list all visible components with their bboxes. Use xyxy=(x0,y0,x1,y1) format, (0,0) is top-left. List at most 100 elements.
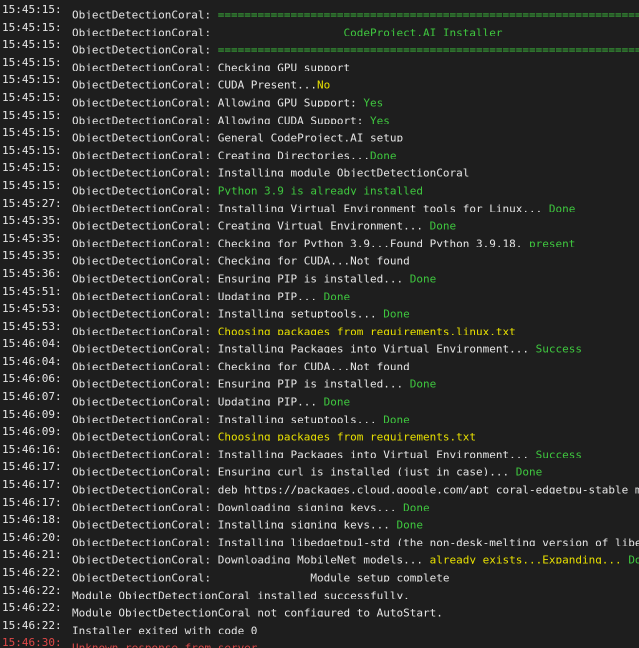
log-timestamp: 15:46:30: xyxy=(2,636,62,648)
log-timestamp: 15:45:51: xyxy=(2,284,62,298)
log-line: 15:46:09: ObjectDetectionCoral: Installin… xyxy=(0,406,639,424)
log-message-segment: ObjectDetectionCoral: Checking for CUDA.… xyxy=(72,360,410,371)
log-message-segment: ObjectDetectionCoral: Creating Virtual E… xyxy=(72,219,430,230)
install-log-console[interactable]: 15:45:15: ObjectDetectionCoral: =========… xyxy=(0,0,639,648)
log-message-segment: Unknown response from server xyxy=(72,642,257,648)
log-message-segment: ObjectDetectionCoral: Installing Package… xyxy=(72,448,536,459)
log-timestamp: 15:45:15: xyxy=(2,161,62,175)
log-message-segment: Module ObjectDetectionCoral not configur… xyxy=(72,606,443,617)
log-line: 15:46:22: Installer exited with code 0 xyxy=(0,617,639,635)
log-message-segment: ObjectDetectionCoral: Checking for CUDA.… xyxy=(72,254,410,265)
log-message-segment: Done xyxy=(383,307,410,318)
log-timestamp: 15:45:27: xyxy=(2,196,62,210)
log-message-segment: ObjectDetectionCoral: xyxy=(72,325,218,336)
log-timestamp: 15:45:15: xyxy=(2,108,62,122)
log-timestamp: 15:45:15: xyxy=(2,178,62,192)
log-message-segment: ObjectDetectionCoral: Allowing GPU Suppo… xyxy=(72,96,364,107)
log-message-segment: ObjectDetectionCoral: xyxy=(72,184,218,195)
log-line: 15:46:18: ObjectDetectionCoral: Installin… xyxy=(0,511,639,529)
log-line: 15:45:35: ObjectDetectionCoral: Creating … xyxy=(0,212,639,230)
log-message-segment: ObjectDetectionCoral: Ensuring PIP is in… xyxy=(72,272,410,283)
log-message-segment: ObjectDetectionCoral: deb https://packag… xyxy=(72,483,639,494)
log-line: 15:45:15: ObjectDetectionCoral: Creating … xyxy=(0,142,639,160)
log-line: 15:46:09: ObjectDetectionCoral: Choosing … xyxy=(0,423,639,441)
log-message-segment: ObjectDetectionCoral: Updating PIP... xyxy=(72,290,324,301)
log-timestamp: 15:45:15: xyxy=(2,55,62,69)
log-message-segment: Done xyxy=(396,518,424,529)
log-line-error: 15:46:30: Unknown response from server xyxy=(0,634,639,648)
log-message-segment: Choosing packages from requirements.txt xyxy=(217,430,476,441)
log-message-segment: Yes xyxy=(363,96,384,107)
log-line: 15:46:07: ObjectDetectionCoral: Updating … xyxy=(0,388,639,406)
log-message-segment: ========================================… xyxy=(217,43,639,54)
log-line: 15:46:16: ObjectDetectionCoral: Installin… xyxy=(0,441,639,459)
log-timestamp: 15:46:06: xyxy=(2,372,62,386)
log-message-segment: Done xyxy=(409,378,437,389)
log-message-segment: ObjectDetectionCoral: xyxy=(72,430,218,441)
log-message-segment: ObjectDetectionCoral: Installing libedge… xyxy=(72,536,639,547)
log-message-segment: Done xyxy=(383,413,410,424)
log-message-segment: Done xyxy=(429,219,457,230)
log-message-segment: ObjectDetectionCoral: Installing setupto… xyxy=(72,307,384,318)
log-message-segment: ObjectDetectionCoral: Installing signing… xyxy=(72,518,397,529)
log-timestamp: 15:45:35: xyxy=(2,249,62,263)
log-timestamp: 15:45:15: xyxy=(2,38,62,52)
log-timestamp: 15:45:15: xyxy=(2,126,62,140)
log-message-segment: already exists...Expanding... xyxy=(429,554,629,564)
log-line: 15:45:15: ObjectDetectionCoral: Installin… xyxy=(0,159,639,177)
log-message-segment: Done xyxy=(403,501,430,512)
log-message-segment: ObjectDetectionCoral: Updating PIP... xyxy=(72,395,324,406)
log-timestamp: 15:45:15: xyxy=(2,90,62,104)
log-timestamp: 15:45:15: xyxy=(2,143,62,157)
log-line: 15:46:17: ObjectDetectionCoral: Downloadi… xyxy=(0,494,639,512)
log-message-segment: Done xyxy=(323,395,351,406)
log-message-segment: ObjectDetectionCoral: Downloading signin… xyxy=(72,501,404,512)
log-message-segment: ObjectDetectionCoral: General CodeProjec… xyxy=(72,131,404,142)
log-message-segment: Done xyxy=(515,466,543,477)
log-timestamp: 15:46:17: xyxy=(2,460,62,474)
log-line: 15:46:21: ObjectDetectionCoral: Downloadi… xyxy=(0,546,639,564)
log-message-segment: Python 3.9 is already installed xyxy=(217,184,424,195)
log-message-segment: ObjectDetectionCoral: Downloading Mobile… xyxy=(72,554,430,564)
log-timestamp: 15:46:21: xyxy=(2,548,62,562)
log-message-segment: ObjectDetectionCoral: xyxy=(72,26,218,37)
log-line: 15:46:20: ObjectDetectionCoral: Installin… xyxy=(0,529,639,547)
log-line: 15:45:15: ObjectDetectionCoral: CUDA Pres… xyxy=(0,71,639,89)
log-message-segment: Done xyxy=(548,202,576,213)
log-timestamp: 15:45:15: xyxy=(2,3,62,16)
log-timestamp: 15:46:09: xyxy=(2,425,62,439)
log-line: 15:45:51: ObjectDetectionCoral: Updating … xyxy=(0,283,639,301)
log-line: 15:46:04: ObjectDetectionCoral: Checking … xyxy=(0,353,639,371)
log-line: 15:45:15: ObjectDetectionCoral: =========… xyxy=(0,36,639,54)
log-line: 15:46:04: ObjectDetectionCoral: Installin… xyxy=(0,335,639,353)
log-message-segment: CodeProject.AI Installer xyxy=(217,26,503,37)
log-message-segment: ObjectDetectionCoral: Checking for Pytho… xyxy=(72,237,529,248)
log-timestamp: 15:46:22: xyxy=(2,618,62,632)
log-message-segment: ObjectDetectionCoral: Installing Package… xyxy=(72,342,536,353)
log-message-segment: Yes xyxy=(370,114,390,125)
log-message-segment: Done xyxy=(370,149,397,160)
log-line: 15:45:15: ObjectDetectionCoral: General C… xyxy=(0,124,639,142)
log-message-segment: No xyxy=(317,78,331,89)
log-message-segment: present xyxy=(528,237,576,248)
log-timestamp: 15:46:17: xyxy=(2,478,62,492)
log-message-segment: Choosing packages from requirements.linu… xyxy=(217,325,516,336)
log-message-segment: ObjectDetectionCoral: Installing Virtual… xyxy=(72,202,549,213)
log-message-segment: ObjectDetectionCoral: CUDA Present... xyxy=(72,78,318,89)
log-timestamp: 15:45:15: xyxy=(2,20,62,34)
log-line: 15:45:15: ObjectDetectionCoral: Allowing … xyxy=(0,89,639,107)
log-line: 15:45:36: ObjectDetectionCoral: Ensuring … xyxy=(0,265,639,283)
log-line: 15:45:53: ObjectDetectionCoral: Choosing … xyxy=(0,318,639,336)
log-timestamp: 15:45:53: xyxy=(2,302,62,316)
log-line: 15:46:22: Module ObjectDetectionCoral ins… xyxy=(0,582,639,600)
log-message-segment: Installer exited with code 0 xyxy=(72,624,258,635)
log-line: 15:46:06: ObjectDetectionCoral: Ensuring … xyxy=(0,370,639,388)
log-message-segment: ObjectDetectionCoral: xyxy=(72,8,218,19)
log-timestamp: 15:46:04: xyxy=(2,354,62,368)
log-message-segment: Done xyxy=(323,290,351,301)
log-timestamp: 15:45:36: xyxy=(2,266,62,280)
log-line: 15:45:15: ObjectDetectionCoral: Allowing … xyxy=(0,107,639,125)
log-message-segment: ========================================… xyxy=(217,8,639,19)
log-timestamp: 15:45:15: xyxy=(2,73,62,87)
log-line: 15:46:22: ObjectDetectionCoral: Module se… xyxy=(0,564,639,582)
